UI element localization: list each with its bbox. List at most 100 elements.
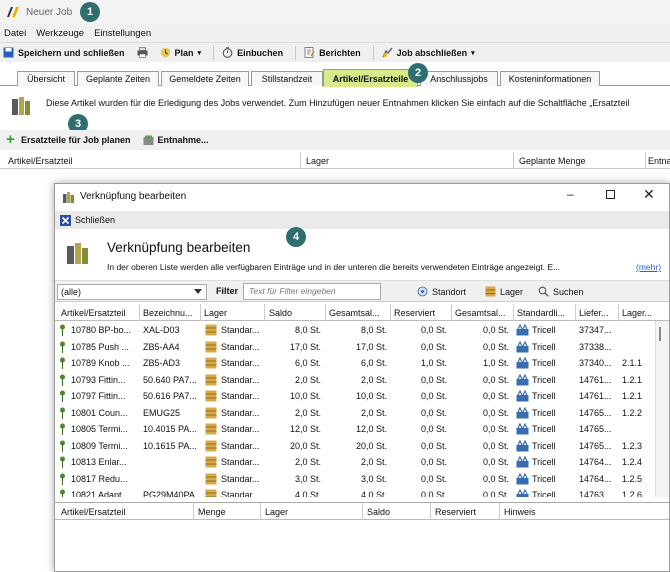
category-combo[interactable]: (alle): [57, 284, 207, 300]
print-button[interactable]: [137, 47, 152, 58]
supplier-icon: [516, 406, 529, 418]
cell-stock-place: 1.2.2: [622, 407, 643, 418]
column-header-total-balance[interactable]: Gesamtsal...: [329, 308, 389, 318]
save-close-button[interactable]: Speichern und schließen: [3, 47, 125, 58]
column-divider: [451, 304, 452, 321]
finish-job-dropdown-button[interactable]: Job abschließen ▾: [381, 47, 475, 58]
cell-total-balance-2: 0,0 St.: [482, 457, 509, 467]
table-row[interactable]: 10805 Termi... 10.4015 PA... Standar... 12,…: [55, 421, 655, 438]
cell-total-balance: 10,0 St.: [355, 391, 387, 401]
column-header-stock[interactable]: Lager: [265, 507, 288, 517]
cell-default-supplier: Tricell: [532, 358, 556, 368]
tab-cost-information[interactable]: Kosteninformationen: [500, 71, 600, 86]
column-header-stock[interactable]: Lager: [306, 156, 329, 166]
column-header-withdrawal[interactable]: Entna: [648, 156, 670, 166]
column-header-total-balance-2[interactable]: Gesamtsal...: [455, 308, 513, 318]
location-button[interactable]: Standort: [417, 286, 466, 297]
search-button[interactable]: Suchen: [538, 286, 584, 297]
tab-reported-times[interactable]: Gemeldete Zeiten: [161, 71, 249, 86]
cell-total-balance-2: 0,0 St.: [482, 424, 509, 434]
table-row[interactable]: 10813 Enlar... Standar... 2,0 St. 2,0 St. 0,…: [55, 454, 655, 471]
table-row[interactable]: 10801 Coun... EMUG25 Standar... 2,0 St. 2,0 …: [55, 405, 655, 422]
menu-werkzeuge[interactable]: Werkzeuge: [36, 28, 84, 39]
dialog-title: Verknüpfung bearbeiten: [80, 191, 187, 202]
cell-total-balance: 2,0 St.: [360, 457, 387, 467]
stock-box-icon: [205, 374, 217, 385]
close-icon[interactable]: ✕: [643, 186, 655, 203]
column-header-note[interactable]: Hinweis: [504, 507, 536, 517]
report-icon: [304, 47, 315, 58]
vertical-scrollbar[interactable]: [655, 321, 669, 497]
window-titlebar: Neuer Job: [0, 0, 670, 24]
plus-icon: +: [6, 130, 15, 148]
cell-total-balance: 3,0 St.: [360, 473, 387, 484]
maximize-icon[interactable]: [606, 190, 615, 199]
cell-default-supplier: Tricell: [532, 440, 556, 451]
column-header-quantity[interactable]: Menge: [198, 507, 226, 517]
pin-icon: [60, 357, 65, 369]
used-items-grid-header: Artikel/Ersatzteil Menge Lager Saldo Res…: [55, 502, 669, 520]
cell-supplier-no: 14765...: [579, 440, 612, 451]
table-row[interactable]: 10785 Push ... ZB5-AA4 Standar... 17,0 St. 1…: [55, 339, 655, 356]
cell-supplier-no: 14763...: [579, 490, 612, 497]
cell-stock: Standar...: [221, 358, 260, 368]
dialog-close-button[interactable]: Schließen: [60, 214, 115, 226]
tab-overview[interactable]: Übersicht: [17, 71, 75, 86]
tab-parts[interactable]: Artikel/Ersatzteile: [323, 69, 418, 87]
cell-article: 10801 Coun...: [71, 407, 128, 418]
parts-icon: [67, 243, 88, 264]
menu-einstellungen[interactable]: Einstellungen: [94, 28, 151, 39]
stock-button[interactable]: Lager: [485, 286, 523, 297]
column-header-reserved[interactable]: Reserviert: [394, 308, 450, 318]
column-header-balance[interactable]: Saldo: [367, 507, 390, 517]
scrollbar-thumb[interactable]: [659, 327, 661, 341]
table-row[interactable]: 10780 BP-bo... XAL-D03 Standar... 8,0 St. 8,…: [55, 322, 655, 339]
menu-datei[interactable]: Datei: [4, 28, 26, 39]
column-header-planned-qty[interactable]: Geplante Menge: [519, 156, 586, 166]
column-header-balance[interactable]: Saldo: [269, 308, 324, 318]
more-link[interactable]: (mehr): [636, 262, 661, 272]
supplier-icon: [516, 324, 529, 336]
info-text: Diese Artikel wurden für die Erledigung …: [46, 98, 630, 108]
column-header-supplier-no[interactable]: Liefer...: [579, 308, 619, 318]
tab-downtime[interactable]: Stillstandzeit: [251, 71, 323, 86]
column-header-article[interactable]: Artikel/Ersatzteil: [8, 156, 73, 166]
search-icon: [538, 286, 549, 297]
table-row[interactable]: 10809 Termi... 10.1615 PA... Standar... 20,…: [55, 438, 655, 455]
parts-action-bar: + Ersatzteile für Job planen Entnahme...: [0, 130, 670, 150]
cell-default-supplier: Tricell: [532, 424, 556, 434]
tab-follow-up-jobs[interactable]: Anschlussjobs: [420, 71, 498, 86]
column-header-designation[interactable]: Bezeichnu...: [143, 308, 201, 318]
cell-supplier-no: 14764...: [579, 473, 612, 484]
minimize-icon[interactable]: –: [567, 187, 574, 201]
app-logo-icon: [7, 7, 19, 17]
table-row[interactable]: 10789 Knob ... ZB5-AD3 Standar... 6,0 St. 6,…: [55, 355, 655, 372]
cell-stock-place: 1.2.6: [622, 490, 643, 497]
column-header-default-supplier[interactable]: Standardli...: [517, 308, 573, 318]
reports-button[interactable]: Berichten: [304, 47, 361, 58]
cell-supplier-no: 14761...: [579, 391, 612, 401]
table-row[interactable]: 10821 Adapt... PG29M40PA Standar... 4,0 St.…: [55, 487, 655, 497]
withdrawal-button[interactable]: Entnahme...: [143, 135, 209, 146]
column-divider: [300, 152, 301, 169]
column-header-article[interactable]: Artikel/Ersatzteil: [61, 308, 141, 318]
callout-badge-2: 2: [408, 63, 428, 83]
column-header-stock[interactable]: Lager: [204, 308, 264, 318]
cell-reserved: 0,0 St.: [420, 325, 447, 335]
plan-parts-button[interactable]: + Ersatzteile für Job planen: [6, 130, 131, 148]
plan-dropdown-button[interactable]: Plan ▾: [160, 47, 201, 58]
column-header-article[interactable]: Artikel/Ersatzteil: [61, 507, 126, 517]
table-row[interactable]: 10793 Fittin... 50.640 PA7... Standar... 2,…: [55, 372, 655, 389]
cell-reserved: 0,0 St.: [420, 473, 447, 484]
filter-input[interactable]: Text für Filter eingeben: [243, 283, 381, 300]
available-grid-header: Artikel/Ersatzteil Bezeichnu... Lager Sa…: [55, 304, 669, 321]
cell-stock: Standar...: [221, 341, 260, 352]
tab-planned-times[interactable]: Geplante Zeiten: [77, 71, 159, 86]
column-header-reserved[interactable]: Reserviert: [435, 507, 476, 517]
cell-balance: 17,0 St.: [289, 341, 321, 352]
cell-reserved: 0,0 St.: [420, 391, 447, 401]
table-row[interactable]: 10817 Redu... Standar... 3,0 St. 3,0 St. 0,0…: [55, 471, 655, 488]
column-header-stock-place[interactable]: Lager...: [622, 308, 662, 318]
table-row[interactable]: 10797 Fittin... 50.616 PA7... Standar... 10…: [55, 388, 655, 405]
book-in-button[interactable]: Einbuchen: [222, 47, 283, 58]
